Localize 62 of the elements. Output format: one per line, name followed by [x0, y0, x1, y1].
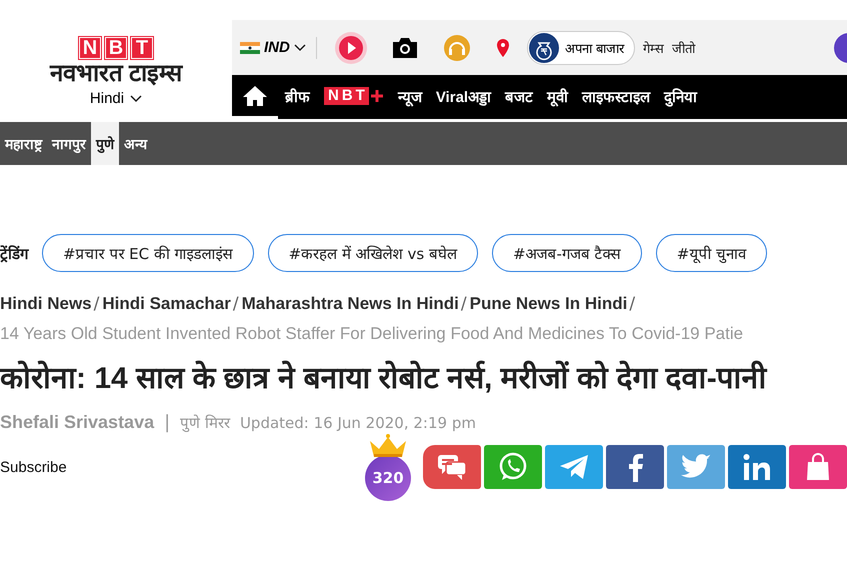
chevron-icon	[294, 44, 306, 52]
trending-tag[interactable]: #प्रचार पर EC की गाइडलाइंस	[42, 234, 254, 272]
nav-tab[interactable]: मूवी	[540, 75, 576, 119]
money-bag-icon	[528, 32, 559, 62]
plus-icon	[370, 88, 384, 102]
top-link[interactable]: गेम्स	[642, 38, 664, 56]
shopping-bag-icon	[805, 452, 831, 482]
breadcrumb-link[interactable]: Pune News In Hindi	[470, 294, 628, 314]
logo-name[interactable]: नवभारत टाइम्स	[50, 60, 182, 88]
trending-label: ट्रेंडिंग	[0, 244, 28, 263]
nav-tab[interactable]: ब्रीफ	[278, 75, 317, 119]
nbt-plus-tab[interactable]: NBT	[317, 75, 391, 119]
whatsapp-share-button[interactable]	[484, 445, 542, 489]
byline-divider: |	[164, 412, 170, 433]
breadcrumb-separator: /	[629, 294, 636, 314]
home-icon	[242, 84, 268, 106]
city-tab[interactable]: नागपुर	[47, 122, 91, 165]
city-tab[interactable]: महाराष्ट्र	[0, 122, 47, 165]
facebook-icon	[626, 452, 644, 482]
source-name: पुणे मिरर	[180, 413, 230, 432]
trending-tag[interactable]: #करहल में अखिलेश vs बघेल	[268, 234, 478, 272]
nav-tab[interactable]: Viralअड्डा	[428, 75, 498, 119]
whatsapp-icon	[497, 451, 529, 483]
chat-bubbles-icon	[436, 452, 468, 482]
breadcrumb-link[interactable]: Hindi Samachar	[102, 294, 231, 314]
breadcrumb-link[interactable]: Hindi News	[0, 294, 92, 314]
profile-icon[interactable]	[833, 32, 847, 64]
location-pin-icon[interactable]	[494, 38, 511, 58]
edition-dropdown[interactable]: IND	[240, 39, 306, 56]
breadcrumb-separator: /	[94, 294, 100, 314]
top-link[interactable]: जीतो	[672, 38, 695, 56]
paper-plane-icon	[558, 453, 590, 481]
nav-tab[interactable]: बजट	[498, 75, 540, 119]
city-tab[interactable]: अन्य	[119, 122, 152, 165]
trending-tag[interactable]: #यूपी चुनाव	[656, 234, 768, 272]
language-dropdown[interactable]: Hindi	[90, 90, 142, 107]
logo-letter: N	[78, 36, 102, 60]
trending-tag[interactable]: #अजब-गजब टैक्स	[492, 234, 642, 272]
breadcrumb-separator: /	[460, 294, 467, 314]
comments-share-button[interactable]	[423, 445, 481, 489]
flag-icon	[240, 42, 260, 54]
play-icon[interactable]	[334, 32, 367, 64]
breadcrumb-current: 14 Years Old Student Invented Robot Staffer For Delivering Food And Medicines To Covid-19 Patie	[0, 324, 744, 344]
nav-tab[interactable]: न्यूज	[390, 75, 429, 119]
market-button[interactable]: अपना बाजार	[526, 30, 635, 64]
subscribe-link[interactable]: Subscribe	[0, 458, 365, 476]
chevron-icon	[130, 94, 142, 102]
camera-icon[interactable]	[390, 36, 419, 60]
logo-letter: B	[104, 36, 128, 60]
shop-share-button[interactable]	[789, 445, 847, 489]
nav-tab[interactable]: दुनिया	[657, 75, 704, 119]
linkedin-icon	[742, 453, 772, 481]
facebook-share-button[interactable]	[606, 445, 664, 489]
twitter-icon	[680, 454, 712, 480]
breadcrumb-link[interactable]: Maharashtra News In Hindi	[242, 294, 459, 314]
updated-time: Updated: 16 Jun 2020, 2:19 pm	[240, 414, 476, 432]
nav-tab[interactable]: लाइफस्टाइल	[575, 75, 658, 119]
breadcrumb-separator: /	[232, 294, 239, 314]
linkedin-share-button[interactable]	[728, 445, 786, 489]
logo-letter: T	[130, 36, 154, 60]
city-tab[interactable]: पुणे	[91, 122, 119, 165]
points-badge[interactable]: 320	[365, 455, 411, 501]
